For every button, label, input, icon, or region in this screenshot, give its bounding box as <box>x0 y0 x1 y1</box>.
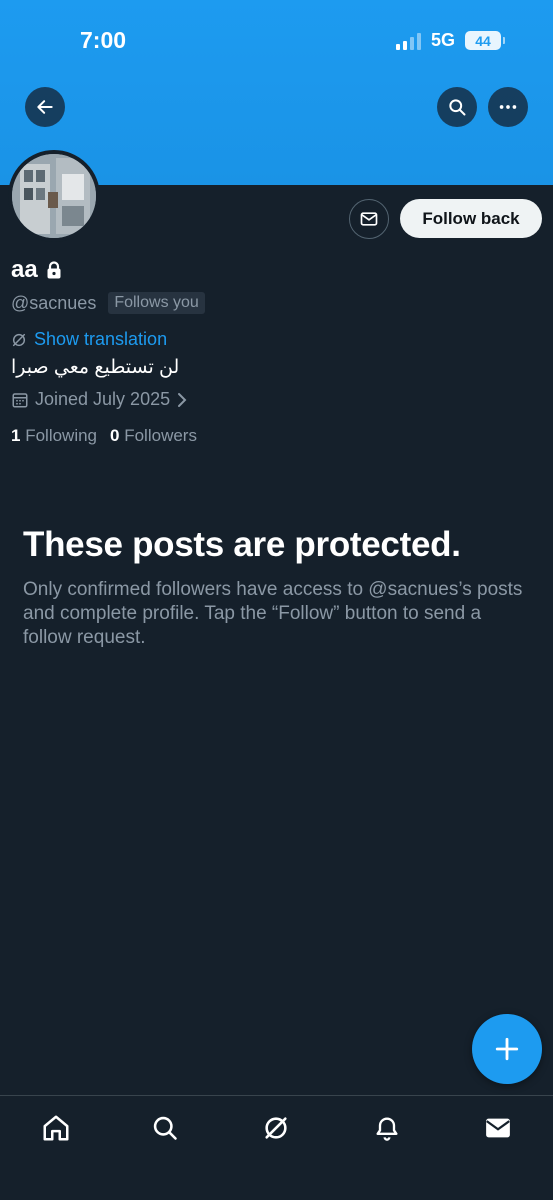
search-icon <box>153 1116 177 1140</box>
profile-bio: لن تستطيع معي صبرا <box>11 357 180 378</box>
signal-icon <box>395 32 421 50</box>
follow-back-button[interactable]: Follow back <box>400 199 542 238</box>
bottom-navigation <box>0 1095 553 1200</box>
status-time: 7:00 <box>80 27 127 53</box>
followers-count: 0 <box>110 426 120 445</box>
bell-icon <box>376 1117 398 1141</box>
envelope-icon <box>486 1118 510 1138</box>
search-button[interactable] <box>437 87 477 127</box>
back-button[interactable] <box>25 87 65 127</box>
joined-date-row[interactable]: Joined July 2025 <box>11 389 188 410</box>
following-count: 1 <box>11 426 21 445</box>
follow-counts: 1 Following 0 Followers <box>11 426 197 446</box>
show-translation-label[interactable]: Show translation <box>34 329 167 350</box>
profile-name-row: aa <box>11 256 62 284</box>
battery-level: 44 <box>475 32 491 49</box>
arrow-left-icon <box>37 100 53 114</box>
joined-date: Joined July 2025 <box>35 389 171 409</box>
message-button[interactable] <box>349 199 389 239</box>
more-horizontal-icon <box>499 105 517 109</box>
avatar[interactable] <box>8 150 100 242</box>
handle-row: @sacnues Follows you <box>11 292 205 314</box>
nav-home[interactable] <box>38 1110 74 1146</box>
search-icon <box>449 99 466 116</box>
nav-messages[interactable] <box>480 1110 516 1146</box>
show-translation-link[interactable]: Show translation <box>11 329 167 350</box>
battery-icon: 44 <box>465 31 505 50</box>
following-label: Following <box>25 426 98 445</box>
envelope-icon <box>360 212 378 226</box>
plus-icon <box>495 1037 519 1061</box>
home-icon <box>43 1115 69 1141</box>
translate-icon <box>12 333 26 346</box>
following-link[interactable]: 1 Following <box>11 426 97 446</box>
nav-search[interactable] <box>147 1110 183 1146</box>
username-handle: @sacnues <box>11 292 97 313</box>
chevron-right-icon <box>178 392 187 407</box>
followers-label: Followers <box>124 426 197 445</box>
grok-icon <box>265 1117 287 1139</box>
protected-description: Only confirmed followers have access to … <box>23 579 523 648</box>
network-type: 5G <box>430 30 455 50</box>
display-name: aa <box>11 256 38 283</box>
nav-notifications[interactable] <box>369 1110 405 1146</box>
lock-icon <box>47 261 61 279</box>
compose-button[interactable] <box>472 1014 542 1084</box>
protected-title: These posts are protected. <box>23 525 461 564</box>
calendar-icon <box>12 392 28 407</box>
status-indicators: 5G 44 <box>395 30 505 51</box>
nav-grok[interactable] <box>258 1110 294 1146</box>
follows-you-badge: Follows you <box>108 292 205 314</box>
followers-link[interactable]: 0 Followers <box>110 426 197 446</box>
more-button[interactable] <box>488 87 528 127</box>
